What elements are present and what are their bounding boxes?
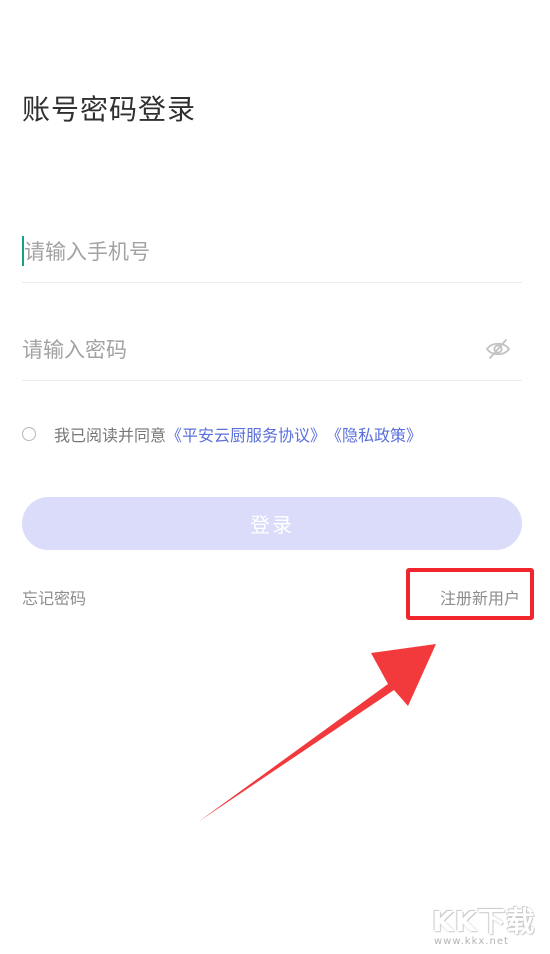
page-title: 账号密码登录 [22, 93, 197, 126]
watermark-logo: KK下载 [432, 905, 536, 938]
annotation-arrow [198, 644, 436, 822]
watermark-url: www.kkx.net [434, 936, 509, 947]
agreement-prefix: 我已阅读并同意 [54, 426, 167, 445]
register-link[interactable]: 注册新用户 [440, 585, 520, 609]
password-input[interactable] [22, 328, 462, 372]
service-agreement-link[interactable]: 《平安云厨服务协议》 [166, 422, 326, 446]
phone-field [22, 222, 522, 283]
eye-closed-icon[interactable] [484, 336, 512, 362]
login-button[interactable]: 登录 [22, 497, 522, 550]
agreement-checkbox[interactable] [22, 427, 36, 441]
phone-input[interactable] [24, 230, 464, 274]
agreement-row: 我已阅读并同意 《平安云厨服务协议》 《隐私政策》 [22, 420, 422, 448]
privacy-policy-link[interactable]: 《隐私政策》 [326, 422, 422, 446]
password-field [22, 320, 522, 381]
watermark: KK下载 www.kkx.net [432, 900, 544, 950]
forgot-password-link[interactable]: 忘记密码 [22, 585, 86, 609]
